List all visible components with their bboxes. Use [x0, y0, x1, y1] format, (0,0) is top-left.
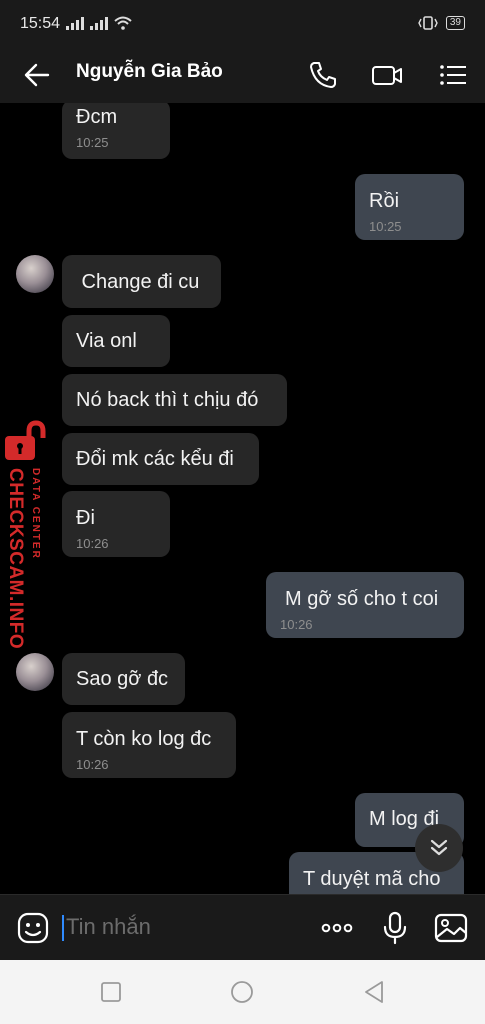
list-menu-icon[interactable] — [436, 58, 470, 92]
watermark-sub-text: DATA CENTER — [30, 468, 41, 560]
message-text: Đổi mk các kểu đi — [76, 448, 234, 470]
scroll-to-bottom-button[interactable] — [415, 824, 463, 872]
sticker-smiley-icon[interactable] — [16, 911, 50, 945]
watermark-main-text: CHECKSCAM.INFO — [5, 468, 26, 650]
message-bubble-incoming[interactable]: Đổi mk các kểu đi — [62, 433, 259, 485]
text-caret — [62, 915, 64, 941]
watermark: CHECKSCAM.INFO DATA CENTER — [0, 420, 56, 660]
message-bubble-incoming[interactable]: Sao gỡ đc — [62, 653, 185, 705]
system-nav-bar — [0, 960, 485, 1024]
message-bubble-incoming[interactable]: Nó back thì t chịu đó — [62, 374, 287, 426]
message-text: T duyệt mã cho — [303, 868, 441, 890]
composer-bar: Tin nhắn — [0, 894, 485, 960]
message-time: 10:26 — [280, 617, 313, 632]
video-camera-icon[interactable] — [370, 58, 404, 92]
message-bubble-incoming[interactable]: Đi 10:26 — [62, 491, 170, 557]
signal-icons — [66, 16, 132, 30]
back-triangle-icon[interactable] — [362, 980, 386, 1004]
message-bubble-incoming[interactable]: Đcm 10:25 — [62, 103, 170, 159]
image-gallery-icon[interactable] — [434, 911, 468, 945]
status-bar: 15:54 39 — [0, 0, 485, 48]
back-arrow-icon[interactable] — [22, 60, 52, 90]
battery-indicator: 39 — [445, 16, 465, 30]
chat-header: Nguyễn Gia Bảo — [0, 48, 485, 103]
recent-apps-icon[interactable] — [99, 980, 123, 1004]
message-text: M gỡ số cho t coi — [285, 588, 439, 610]
message-text: Sao gỡ đc — [76, 668, 169, 690]
more-dots-icon[interactable] — [320, 911, 354, 945]
message-text: Via onl — [76, 330, 137, 352]
contact-name[interactable]: Nguyễn Gia Bảo — [76, 61, 223, 83]
avatar[interactable] — [16, 255, 54, 293]
message-bubble-incoming[interactable]: T còn ko log đc 10:26 — [62, 712, 236, 778]
chevron-double-down-icon — [430, 839, 448, 856]
message-text: Đcm — [76, 106, 118, 128]
message-bubble-outgoing[interactable]: M gỡ số cho t coi 10:26 — [266, 572, 464, 638]
message-bubble-outgoing[interactable]: Rồi 10:25 — [355, 174, 464, 240]
message-time: 10:26 — [76, 536, 109, 551]
signal-icon — [90, 17, 108, 30]
message-input[interactable]: Tin nhắn — [66, 914, 151, 940]
message-bubble-incoming[interactable]: Change đi cu — [62, 255, 221, 308]
message-text: Đi — [76, 507, 95, 529]
message-time: 10:25 — [76, 135, 109, 150]
message-list[interactable]: Đcm 10:25 Rồi 10:25 Change đi cu Via onl… — [0, 103, 485, 894]
status-time: 15:54 — [20, 15, 61, 32]
message-text: Change đi cu — [76, 271, 200, 293]
vibrate-icon — [418, 16, 438, 30]
wifi-icon — [114, 16, 132, 30]
message-time: 10:26 — [76, 757, 109, 772]
message-text: T còn ko log đc — [76, 728, 212, 750]
signal-icon — [66, 17, 84, 30]
home-icon[interactable] — [230, 980, 254, 1004]
status-right: 39 — [418, 16, 465, 30]
message-time: 10:25 — [369, 219, 402, 234]
microphone-icon[interactable] — [378, 911, 412, 945]
message-text: Nó back thì t chịu đó — [76, 389, 259, 411]
message-bubble-incoming[interactable]: Via onl — [62, 315, 170, 367]
lock-icon — [5, 420, 46, 460]
phone-icon[interactable] — [306, 58, 340, 92]
message-text: Rồi — [369, 190, 400, 212]
